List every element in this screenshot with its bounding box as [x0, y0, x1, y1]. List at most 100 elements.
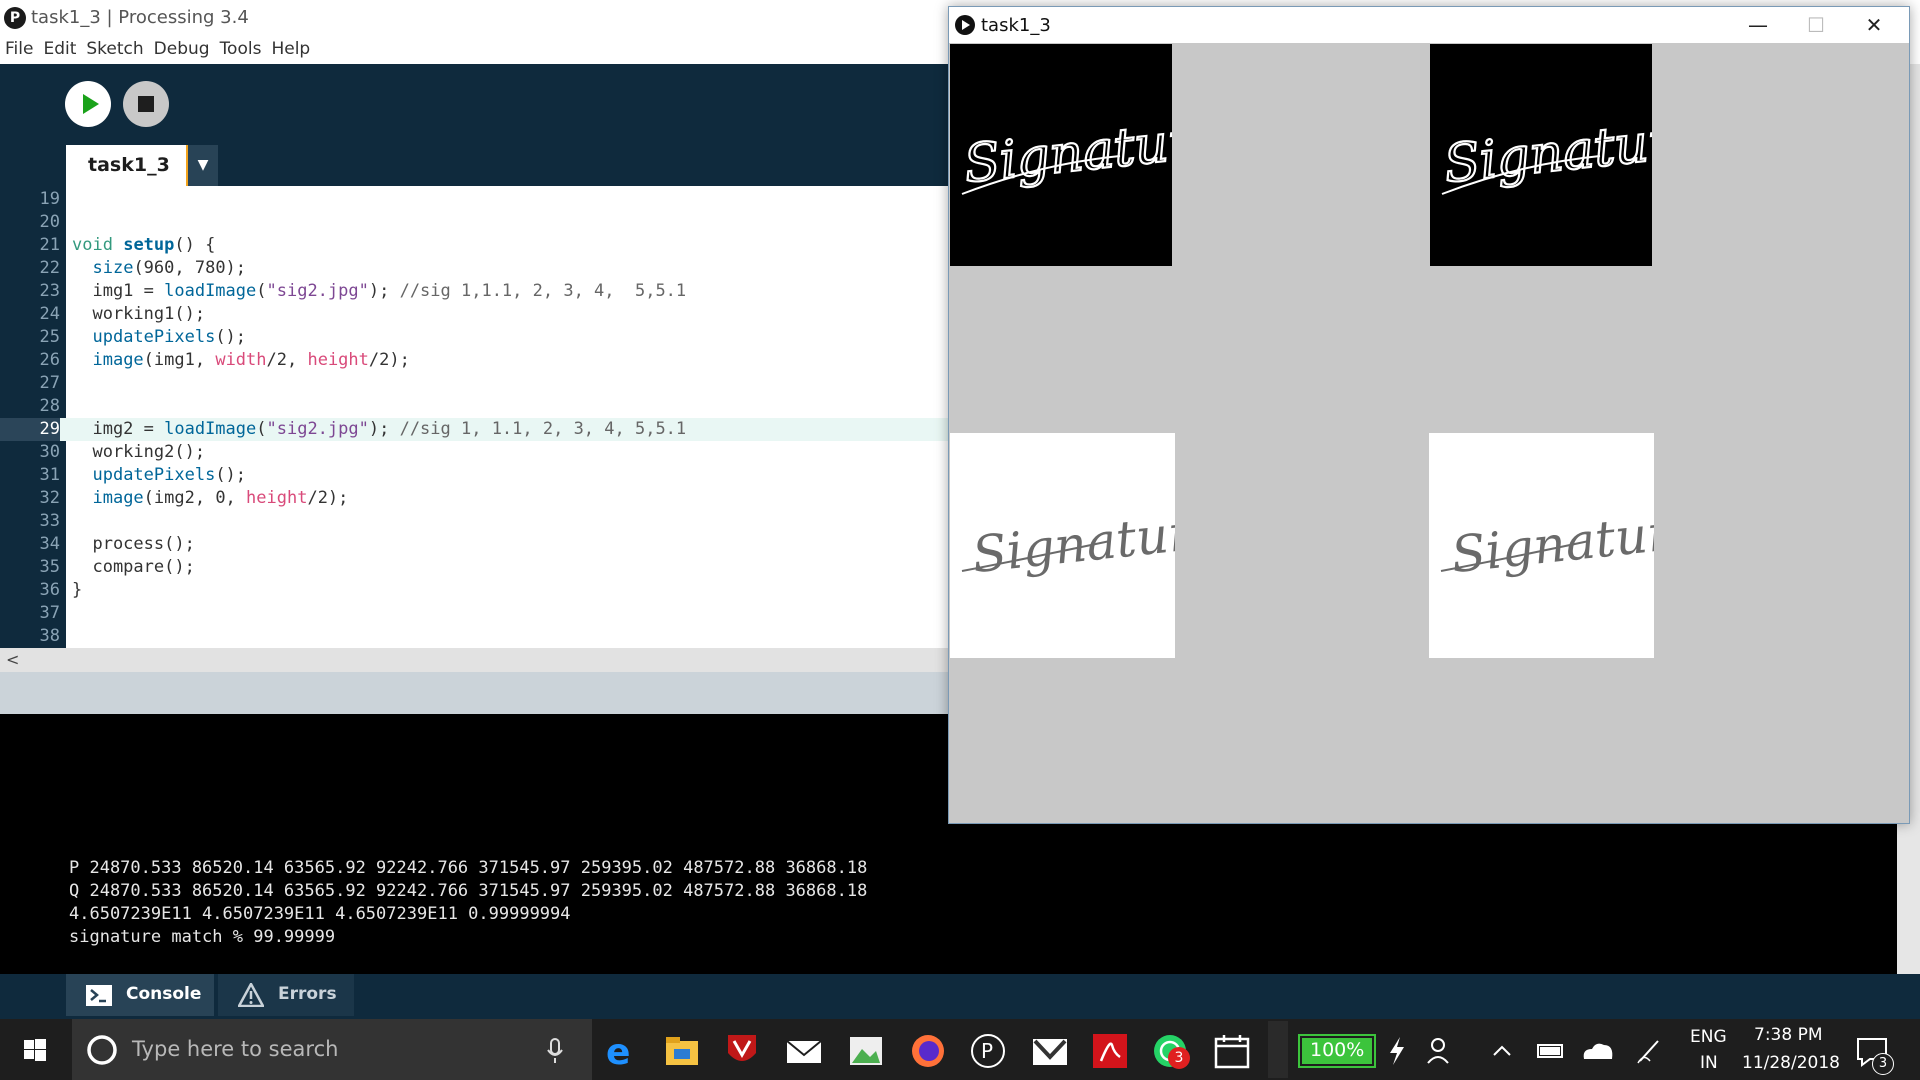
processing-taskbar-icon[interactable]: P	[968, 1031, 1008, 1071]
line-number: 32	[39, 488, 60, 508]
taskbar-search-box[interactable]: Type here to search	[72, 1019, 592, 1080]
battery-indicator[interactable]: 100%	[1298, 1034, 1376, 1068]
menu-file[interactable]: File	[0, 37, 38, 62]
clock-time[interactable]: 7:38 PM	[1754, 1025, 1823, 1045]
console-line: Q 24870.533 86520.14 63565.92 92242.766 …	[69, 881, 868, 901]
code-line[interactable]: 20	[0, 211, 950, 234]
line-number: 27	[39, 373, 60, 393]
code-text: void setup() {	[72, 235, 216, 255]
code-line[interactable]: 19	[0, 188, 950, 211]
sketch-play-icon	[955, 15, 975, 35]
pen-icon[interactable]	[1630, 1031, 1670, 1071]
tab-console[interactable]: Console	[66, 974, 214, 1016]
gmail-icon[interactable]	[1030, 1031, 1070, 1071]
line-number: 38	[39, 626, 60, 646]
start-button[interactable]	[0, 1019, 70, 1080]
battery-tray-icon[interactable]	[1530, 1031, 1570, 1071]
tab-dropdown-button[interactable]: ▼	[188, 145, 218, 186]
code-line[interactable]: 22 size(960, 780);	[0, 257, 950, 280]
line-number: 30	[39, 442, 60, 462]
line-number: 37	[39, 603, 60, 623]
file-explorer-icon[interactable]	[662, 1031, 702, 1071]
menu-edit[interactable]: Edit	[38, 37, 81, 62]
maximize-button[interactable]: ☐	[1793, 11, 1839, 39]
acrobat-icon[interactable]	[1090, 1031, 1130, 1071]
whatsapp-badge: 3	[1168, 1047, 1190, 1069]
errors-tab-label: Errors	[278, 984, 337, 1004]
code-text: process();	[72, 534, 195, 554]
code-line[interactable]: 25 updatePixels();	[0, 326, 950, 349]
tab-errors[interactable]: Errors	[218, 974, 354, 1016]
line-number: 19	[39, 189, 60, 209]
mcafee-icon[interactable]	[722, 1031, 762, 1071]
people-icon[interactable]	[1422, 1031, 1462, 1071]
code-line[interactable]: 29 img2 = loadImage("sig2.jpg"); //sig 1…	[0, 418, 950, 441]
signature-image-original: Signature	[1429, 433, 1654, 658]
mail-icon[interactable]	[784, 1031, 824, 1071]
line-number: 36	[39, 580, 60, 600]
horizontal-scrollbar[interactable]	[0, 648, 950, 672]
warning-icon	[238, 983, 264, 1007]
menu-debug[interactable]: Debug	[149, 37, 215, 62]
code-line[interactable]: 30 working2();	[0, 441, 950, 464]
photos-app-icon[interactable]	[846, 1031, 886, 1071]
code-line[interactable]: 33	[0, 510, 950, 533]
menu-sketch[interactable]: Sketch	[81, 37, 148, 62]
minimize-button[interactable]: —	[1735, 11, 1781, 39]
code-line[interactable]: 38	[0, 625, 950, 648]
microphone-icon[interactable]	[547, 1038, 563, 1064]
line-number: 26	[39, 350, 60, 370]
code-line[interactable]: 34 process();	[0, 533, 950, 556]
windows-taskbar: Type here to search e P 3 100% ENG IN 7:…	[0, 1019, 1920, 1080]
code-line[interactable]: 31 updatePixels();	[0, 464, 950, 487]
code-line[interactable]: 35 compare();	[0, 556, 950, 579]
line-number: 35	[39, 557, 60, 577]
menu-help[interactable]: Help	[266, 37, 315, 62]
code-line[interactable]: 37	[0, 602, 950, 625]
code-text: compare();	[72, 557, 195, 577]
code-text: image(img2, 0, height/2);	[92, 488, 349, 508]
svg-text:e: e	[606, 1032, 630, 1071]
code-line[interactable]: 24 working1();	[0, 303, 950, 326]
stop-button[interactable]	[123, 81, 169, 127]
menu-bar: File Edit Sketch Debug Tools Help	[0, 37, 315, 62]
edge-icon[interactable]: e	[602, 1031, 642, 1071]
onedrive-icon[interactable]	[1578, 1031, 1618, 1071]
sketch-window[interactable]: task1_3 — ☐ ✕ Signature Signature Signat…	[948, 6, 1910, 824]
run-button[interactable]	[65, 81, 111, 127]
sketch-window-title: task1_3	[981, 15, 1051, 36]
close-button[interactable]: ✕	[1851, 11, 1897, 39]
line-number: 31	[39, 465, 60, 485]
code-line[interactable]: 32 image(img2, 0, height/2);	[0, 487, 950, 510]
line-number: 34	[39, 534, 60, 554]
code-text: updatePixels();	[92, 465, 247, 485]
play-icon	[83, 94, 99, 114]
line-number: 29	[0, 418, 60, 441]
clock-date[interactable]: 11/28/2018	[1742, 1053, 1840, 1073]
code-line[interactable]: 26 image(img1, width/2, height/2);	[0, 349, 950, 372]
language-indicator[interactable]: ENG	[1690, 1027, 1727, 1047]
code-line[interactable]: 28	[0, 395, 950, 418]
search-placeholder: Type here to search	[132, 1037, 339, 1061]
menu-tools[interactable]: Tools	[215, 37, 267, 62]
code-line[interactable]: 21 void setup() {	[0, 234, 950, 257]
code-text: }	[72, 580, 83, 600]
calendar-icon[interactable]	[1212, 1031, 1252, 1071]
code-text: working2();	[72, 442, 206, 462]
cortana-icon	[87, 1035, 117, 1065]
line-number: 21	[39, 235, 60, 255]
scroll-left-icon[interactable]: <	[6, 650, 19, 669]
code-line[interactable]: 23 img1 = loadImage("sig2.jpg"); //sig 1…	[0, 280, 950, 303]
ide-window-title: task1_3 | Processing 3.4	[31, 7, 249, 28]
code-line[interactable]: 36}	[0, 579, 950, 602]
line-number: 28	[39, 396, 60, 416]
code-lines[interactable]: 19 20 21 void setup() {22 size(960, 780); 23…	[0, 188, 950, 648]
taskbar-scroll-arrows[interactable]	[1268, 1021, 1288, 1078]
windows-logo-icon	[24, 1039, 46, 1061]
code-text: image(img1, width/2, height/2);	[92, 350, 410, 370]
console-line: 4.6507239E11 4.6507239E11 4.6507239E11 0…	[69, 904, 571, 924]
notification-badge: 3	[1872, 1053, 1894, 1075]
firefox-icon[interactable]	[908, 1031, 948, 1071]
chevron-up-icon[interactable]	[1482, 1031, 1522, 1071]
code-line[interactable]: 27	[0, 372, 950, 395]
